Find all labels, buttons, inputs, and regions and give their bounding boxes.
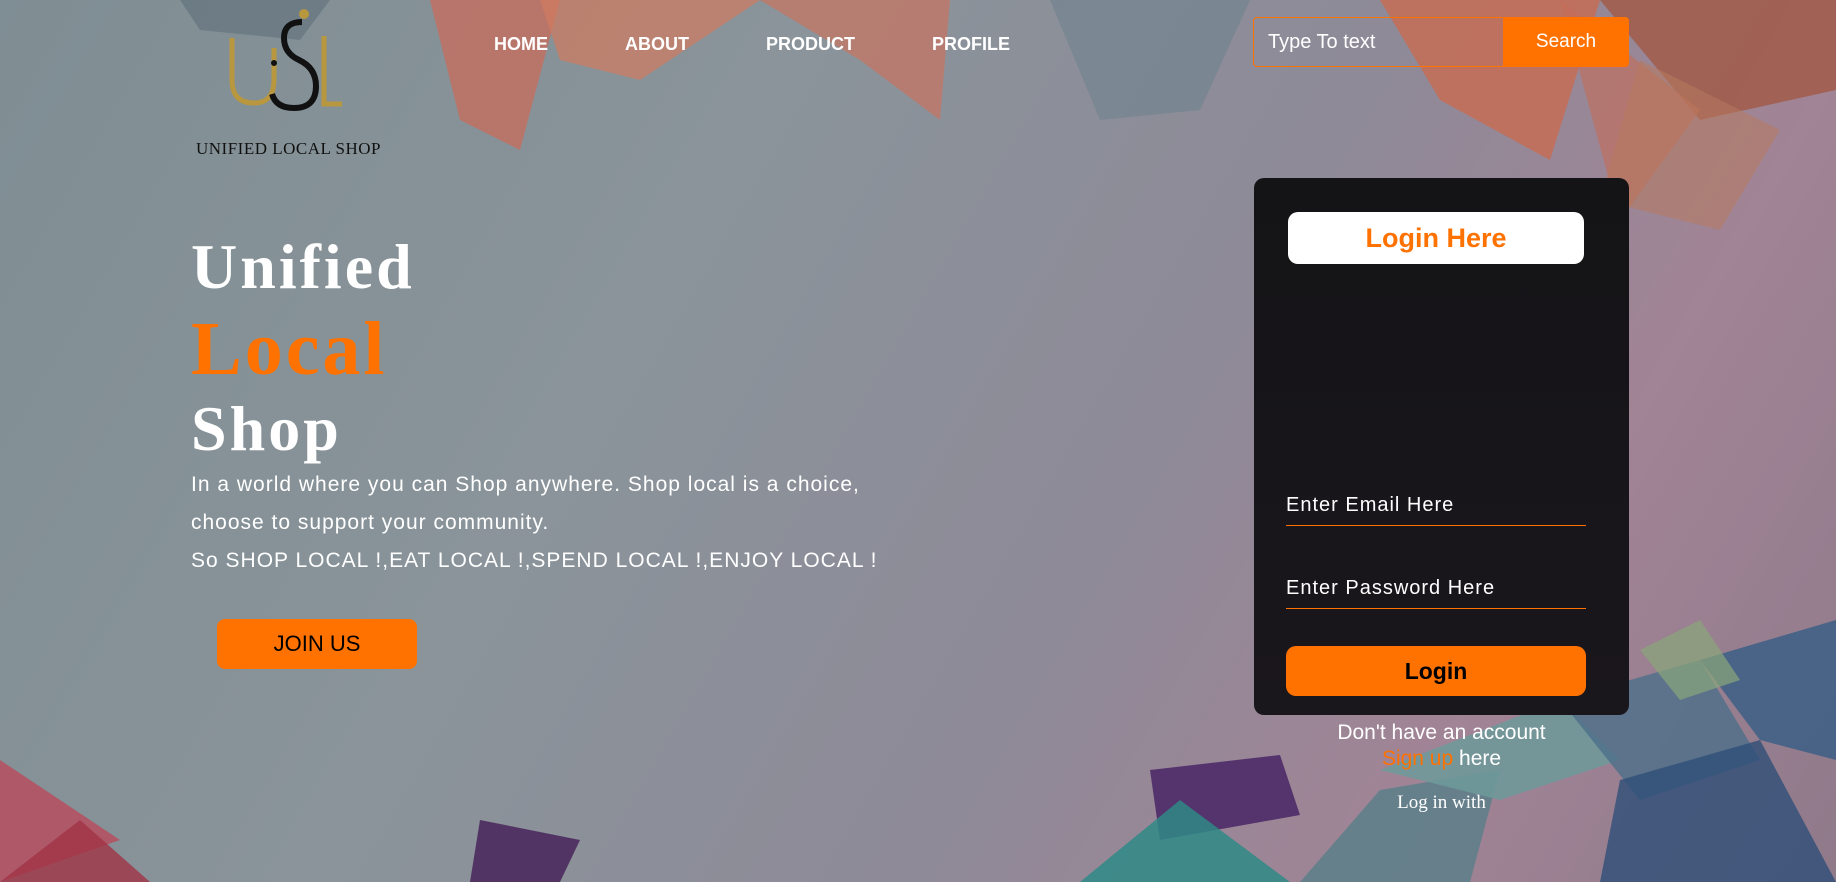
signup-suffix: here [1459,747,1502,770]
logo[interactable]: UNIFIED LOCAL SHOP [196,8,396,158]
hero-slogan: So SHOP LOCAL !,EAT LOCAL !,SPEND LOCAL … [191,549,878,572]
brand-name: UNIFIED LOCAL SHOP [196,139,381,158]
hero-title-local: Local [191,307,388,391]
login-form: Login Here Login Don't have an account S… [1254,178,1629,813]
log-in-with-text: Log in with [1397,792,1486,813]
search-bar: Search [1253,17,1629,67]
join-us-button[interactable]: JOIN US [217,619,417,669]
nav-profile[interactable]: PROFILE [932,34,1010,55]
no-account-text: Don't have an account [1337,721,1546,744]
login-button[interactable]: Login [1286,646,1586,696]
logo-mark-icon [229,9,342,112]
nav-about[interactable]: ABOUT [625,34,689,55]
password-field[interactable] [1286,568,1586,609]
search-button[interactable]: Search [1503,17,1629,67]
hero-description: In a world where you can Shop anywhere. … [191,473,860,534]
hero: Unified Local Shop In a world where you … [191,228,911,580]
search-input[interactable] [1253,17,1503,67]
hero-title: Unified Local Shop [191,228,911,466]
signup-link[interactable]: Sign up [1382,747,1453,770]
main-menu: HOME ABOUT PRODUCT PROFILE [494,34,1087,55]
navbar: UNIFIED LOCAL SHOP HOME ABOUT PRODUCT PR… [0,0,1836,158]
hero-title-shop: Shop [191,393,342,464]
login-title: Login Here [1288,212,1584,264]
nav-home[interactable]: HOME [494,34,548,55]
hero-title-unified: Unified [191,231,415,302]
signup-prompt: Don't have an account Sign up here [1254,720,1629,772]
email-field[interactable] [1286,485,1586,526]
nav-product[interactable]: PRODUCT [766,34,855,55]
